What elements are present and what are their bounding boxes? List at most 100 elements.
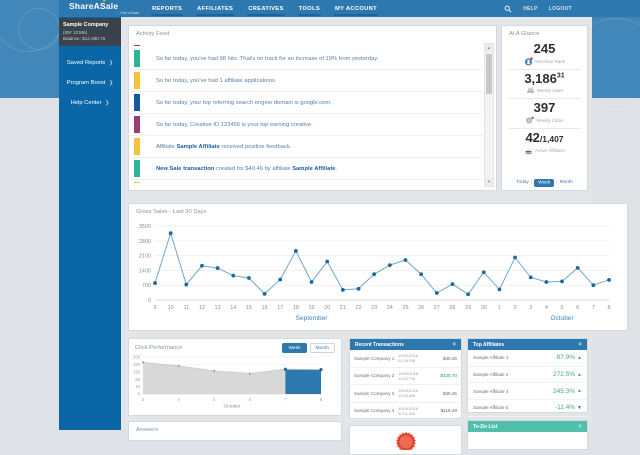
transaction-amount: $116.49 (431, 408, 457, 413)
feed-link[interactable]: google.com (300, 100, 330, 106)
range-week[interactable]: Week (534, 179, 554, 187)
nav-item-my-account[interactable]: MY ACCOUNT (334, 2, 378, 16)
feed-color-bar (134, 116, 140, 133)
nav-item-creatives[interactable]: CREATIVES (247, 2, 284, 16)
arrow-up-icon: ▲ (577, 372, 582, 378)
nav-item-affiliates[interactable]: AFFILIATES (196, 2, 234, 16)
range-today[interactable]: Today (516, 180, 529, 185)
feed-color-bar (134, 138, 140, 155)
separator: | (531, 180, 532, 185)
chevron-right-icon: ❯ (105, 100, 109, 106)
svg-text:29: 29 (465, 305, 471, 311)
at-a-glance-title: At A Glance (502, 26, 587, 40)
answers-title: Answers (129, 422, 341, 436)
affiliate-change: 87.9% (557, 354, 575, 361)
glance-stats: 245Merchant Rank3,18631Weekly Sales397We… (502, 40, 587, 158)
stat-label: Weekly Clicks (508, 116, 581, 125)
feed-color-bar (134, 45, 140, 46)
todo-list-title: To-Do List (473, 424, 497, 430)
scroll-up-icon[interactable]: ▲ (485, 44, 493, 52)
svg-text:6: 6 (576, 305, 579, 311)
button-month[interactable]: Month (310, 343, 335, 353)
svg-text:25: 25 (402, 305, 408, 311)
svg-text:8: 8 (607, 305, 610, 311)
top-nav-bar: ★ ShareASale Part of Awin REPORTS AFFILIA… (59, 0, 640, 17)
activity-feed-title: Activity Feed (129, 26, 496, 40)
affiliate-row: Sample Affiliate 2272.5%▲ (468, 367, 587, 384)
svg-text:80: 80 (135, 377, 140, 382)
sidebar-item-saved-reports[interactable]: Saved Reports ❯ (59, 60, 121, 66)
scrollbar-thumb[interactable] (486, 54, 492, 94)
activity-feed-list: So far today, you've had 98 hits. That's… (130, 43, 483, 188)
sidebar-item-program-boost[interactable]: Program Boost ❯ (59, 80, 121, 86)
feed-message: So far today, your top referring search … (156, 100, 332, 106)
scroll-down-icon[interactable]: ▼ (485, 178, 493, 186)
chevron-right-icon: ❯ (109, 60, 113, 66)
stat-value: 42/1,407 (508, 131, 581, 145)
page-background (0, 98, 59, 430)
arrow-up-icon: ▲ (577, 388, 582, 394)
star-icon: ★ (102, 0, 106, 4)
svg-text:18: 18 (293, 305, 299, 311)
stat-value: 397 (508, 101, 581, 115)
feed-scrollbar[interactable]: ▲ ▼ (484, 43, 494, 187)
logout-link[interactable]: LOGOUT (549, 6, 572, 12)
feed-item: So far today, you've had 1 affiliate app… (130, 70, 483, 92)
active-affiliates-icon (524, 146, 533, 155)
svg-text:24: 24 (387, 305, 393, 311)
range-month[interactable]: Month (560, 180, 573, 185)
recent-transactions-panel: Recent Transactions × Sample Company 110… (349, 338, 462, 419)
svg-text:13: 13 (215, 305, 221, 311)
top-affiliates-header: Top Affiliates × (468, 339, 587, 350)
svg-text:28: 28 (449, 305, 455, 311)
help-link[interactable]: HELP (523, 6, 538, 12)
svg-text:20: 20 (324, 305, 330, 311)
todo-list-panel: To-Do List × (467, 420, 588, 450)
search-icon[interactable] (504, 5, 512, 13)
merchant-rank-icon (524, 57, 533, 66)
brand-logo[interactable]: ★ ShareASale Part of Awin (69, 2, 139, 15)
stat-label: Weekly Sales (508, 86, 581, 95)
svg-text:September: September (296, 315, 329, 322)
gross-sales-title: Gross Sales - Last 30 Days (129, 204, 627, 218)
transaction-datetime: 10/09/201812:01 PM (398, 371, 431, 381)
stat-label-text: Weekly Clicks (536, 118, 563, 123)
separator: | (556, 180, 557, 185)
button-week[interactable]: Week (282, 343, 306, 353)
svg-text:17: 17 (277, 305, 283, 311)
recent-transactions-header: Recent Transactions × (350, 339, 461, 350)
transaction-company: Sample Company 1 (354, 356, 398, 361)
affiliate-name: Sample Affiliate 1 (473, 355, 557, 360)
transaction-amount: $425.70 (431, 373, 457, 378)
svg-text:0: 0 (148, 298, 151, 304)
nav-item-tools[interactable]: TOOLS (298, 2, 321, 16)
stat-value: 245 (508, 42, 581, 56)
nav-item-reports[interactable]: REPORTS (151, 2, 183, 16)
svg-text:October: October (223, 404, 240, 410)
close-icon[interactable]: × (578, 424, 582, 430)
svg-text:4: 4 (177, 397, 180, 402)
svg-text:120: 120 (133, 369, 141, 374)
svg-text:21: 21 (340, 305, 346, 311)
click-performance-chart: 04080120160200345678October (129, 353, 331, 409)
stat-value: 3,18631 (508, 72, 581, 86)
weekly-clicks-icon (525, 116, 534, 125)
svg-text:1400: 1400 (139, 268, 151, 274)
close-icon[interactable]: × (578, 342, 582, 348)
svg-text:30: 30 (481, 305, 487, 311)
feed-color-bar (134, 50, 140, 67)
svg-text:7: 7 (592, 305, 595, 311)
transaction-datetime: 10/09/201801:29 PM (398, 353, 431, 363)
close-icon[interactable]: × (452, 342, 456, 348)
feed-color-bar (134, 182, 140, 183)
main-nav: REPORTS AFFILIATES CREATIVES TOOLS MY ACCOUN… (151, 2, 378, 16)
svg-text:160: 160 (133, 362, 141, 367)
click-performance-panel: Click Performance WeekMonth 040801201602… (128, 338, 342, 416)
sidebar-item-help-center[interactable]: Help Center ❯ (59, 100, 121, 106)
glance-stat: 3,18631Weekly Sales (508, 70, 581, 100)
at-a-glance-panel: At A Glance 245Merchant Rank3,18631Weekl… (501, 25, 588, 191)
sidebar: Sample Company (ID# 12345) Balance: $12,… (59, 17, 121, 430)
svg-text:3: 3 (529, 305, 532, 311)
transactions-list: Sample Company 110/09/201801:29 PM$40.46… (350, 350, 461, 420)
feed-item: New Sale transaction created for $40.46 … (130, 158, 483, 180)
